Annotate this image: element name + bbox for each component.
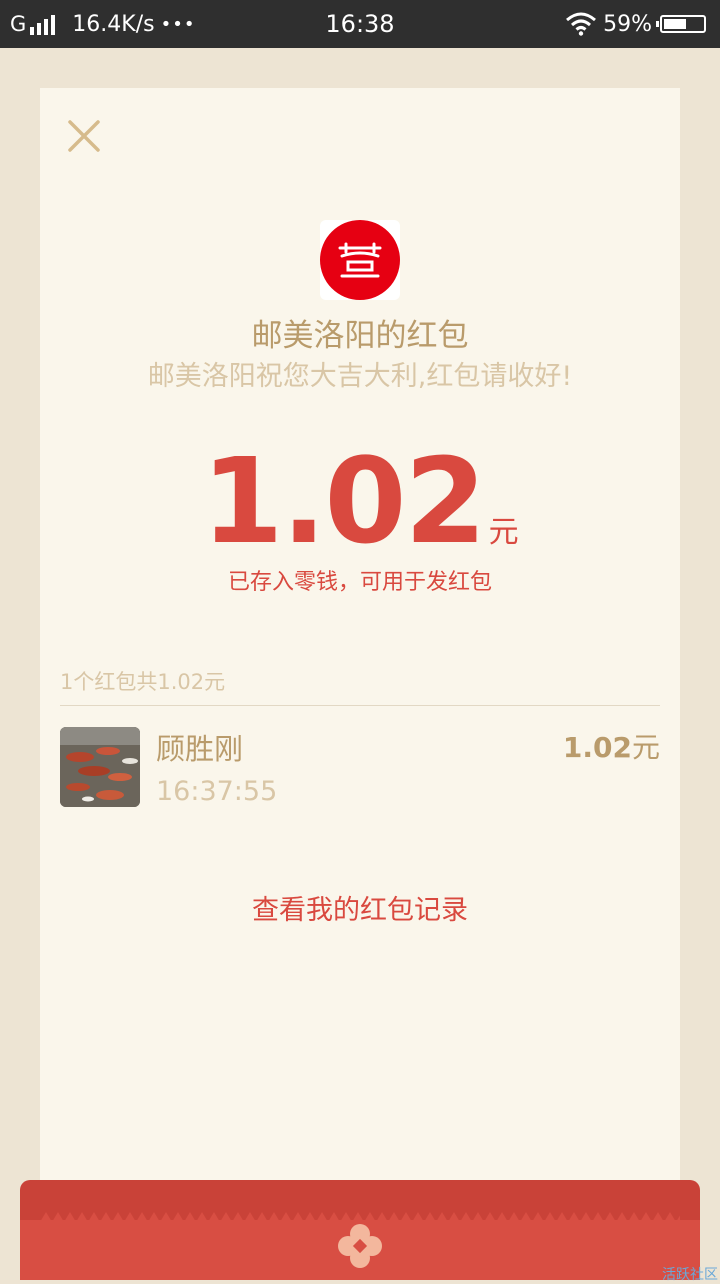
red-packet-card: 邮美洛阳的红包 邮美洛阳祝您大吉大利,红包请收好! 1.02 元 已存入零钱，可用… (40, 88, 680, 1228)
view-history-link[interactable]: 查看我的红包记录 (40, 888, 680, 927)
battery-icon (656, 15, 706, 33)
sender-logo-mark (320, 220, 400, 300)
stored-note: 已存入零钱，可用于发红包 (227, 570, 492, 595)
amount-value: 1.02 (201, 432, 486, 570)
wifi-icon (566, 12, 597, 36)
amount-unit: 元 (488, 515, 519, 550)
envelope-emblem-icon[interactable] (338, 1224, 382, 1268)
record-amount-unit: 元 (631, 731, 660, 764)
avatar-image (60, 727, 140, 807)
close-icon[interactable] (62, 114, 106, 158)
sender-logo (320, 220, 400, 300)
greeting-text: 邮美洛阳祝您大吉大利,红包请收好! (147, 361, 573, 392)
battery-percent: 59% (603, 11, 652, 37)
record-name: 顾胜刚 (156, 732, 244, 766)
status-bar: G 16.4K/s ••• 16:38 59% (0, 0, 720, 48)
avatar[interactable] (60, 727, 140, 807)
amount-display: 1.02 元 (40, 432, 680, 570)
status-right: 59% (565, 0, 706, 48)
record-amount: 1.02元 (563, 726, 660, 766)
sender-title: 邮美洛阳的红包 (251, 318, 469, 354)
record-amount-value: 1.02 (562, 731, 632, 764)
record-time: 16:37:55 (156, 776, 278, 807)
divider (60, 705, 660, 706)
packet-summary: 1个红包共1.02元 (60, 670, 226, 694)
watermark: 活跃社区 (662, 1267, 718, 1283)
list-item[interactable]: 顾胜刚 16:37:55 1.02元 (60, 726, 660, 810)
